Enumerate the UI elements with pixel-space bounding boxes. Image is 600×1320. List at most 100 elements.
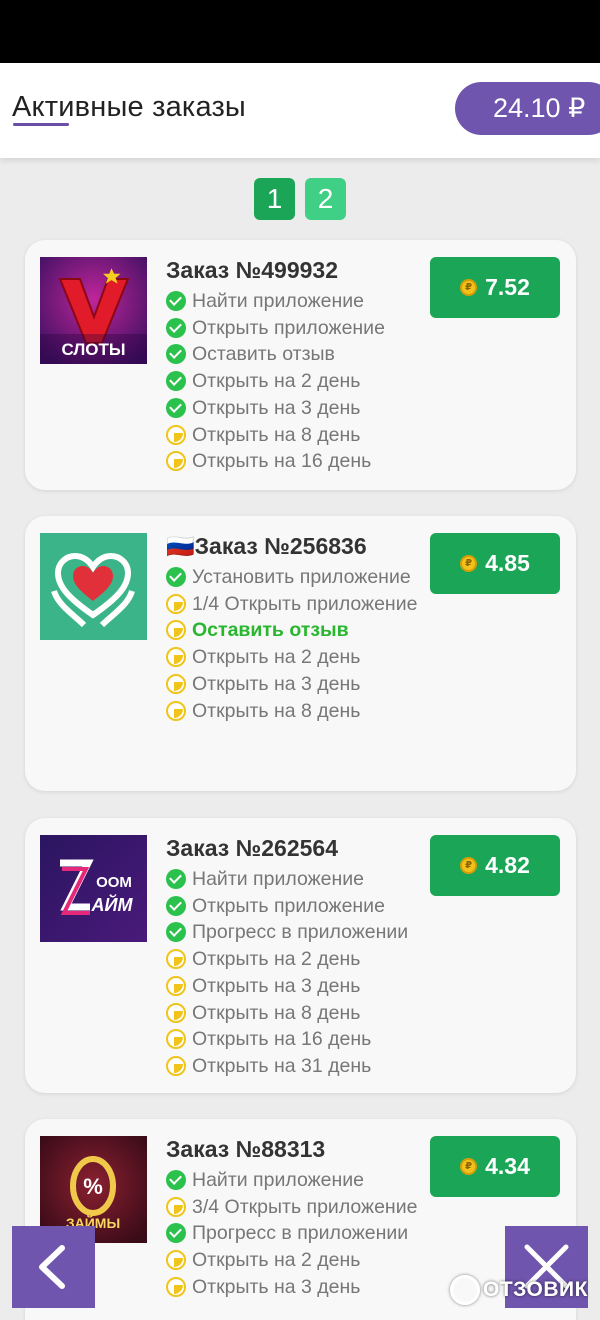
task-label: Открыть на 16 день [192, 1028, 372, 1051]
task-item: Открыть на 16 день [166, 1026, 436, 1053]
check-icon [166, 344, 186, 365]
clock-icon [166, 1002, 186, 1023]
task-list: Установить приложение 1/4 Открыть прилож… [166, 564, 436, 724]
order-title: 🇷🇺Заказ №256836 [166, 533, 367, 559]
task-label: Открыть на 3 день [192, 396, 361, 419]
clock-icon [166, 1029, 186, 1050]
task-item: Открыть на 3 день [166, 1274, 436, 1301]
task-item: Открыть на 2 день [166, 946, 436, 973]
task-label: Оставить отзыв [192, 343, 335, 366]
check-icon [166, 317, 186, 338]
task-list: Найти приложение Открыть приложение Оста… [166, 288, 436, 475]
task-item: Открыть на 3 день [166, 395, 436, 422]
svg-text:%: % [83, 1174, 103, 1199]
task-label[interactable]: Оставить отзыв [192, 617, 436, 644]
back-button[interactable] [12, 1226, 95, 1308]
task-label: Открыть на 3 день [192, 1275, 361, 1298]
clock-icon [166, 1055, 186, 1076]
check-icon [166, 922, 186, 943]
watermark-text: ОТЗОВИК [483, 1278, 588, 1301]
task-item: Установить приложение [166, 564, 436, 591]
task-label: Открыть на 2 день [192, 1249, 361, 1272]
task-item: Открыть на 3 день [166, 973, 436, 1000]
reward-button[interactable]: ₽ 4.85 [430, 533, 560, 594]
clock-icon [166, 1250, 186, 1271]
watermark-logo-icon [450, 1275, 480, 1305]
task-list: Найти приложение 3/4 Открыть приложение … [166, 1167, 436, 1301]
clock-icon [166, 620, 186, 641]
task-item: Открыть на 31 день [166, 1053, 436, 1080]
task-item: Открыть на 8 день [166, 1000, 436, 1027]
task-item-leave-review[interactable]: Оставить отзыв [166, 617, 436, 644]
reward-button[interactable]: ₽ 7.52 [430, 257, 560, 318]
page-button-2[interactable]: 2 [305, 178, 346, 220]
otzovik-watermark: ОТЗОВИК [450, 1275, 588, 1305]
check-icon [166, 1170, 186, 1190]
task-item: Открыть на 8 день [166, 698, 436, 725]
coin-icon: ₽ [460, 1158, 478, 1175]
task-item: Найти приложение [166, 1167, 436, 1194]
task-item: Оставить отзыв [166, 341, 436, 368]
clock-icon [166, 1196, 186, 1217]
task-item: Найти приложение [166, 288, 436, 315]
status-bar [0, 0, 600, 63]
check-icon [166, 567, 186, 587]
order-title: Заказ №499932 [166, 257, 338, 283]
heart-hands-app-icon [40, 533, 147, 640]
task-item: Открыть на 2 день [166, 644, 436, 671]
task-item: Прогресс в приложении [166, 1220, 456, 1247]
clock-icon [166, 975, 186, 996]
task-label: Открыть на 2 день [192, 646, 361, 669]
title-underline [13, 123, 69, 126]
coin-icon: ₽ [460, 279, 478, 296]
task-label: Открыть на 3 день [192, 672, 361, 695]
check-icon [166, 397, 186, 418]
task-item: Открыть приложение [166, 893, 436, 920]
zoom-icon-text: OOM [96, 874, 132, 891]
coin-icon: ₽ [460, 555, 478, 572]
order-card[interactable]: OOM АЙМ Заказ №262564 ₽ 4.82 Найти прило… [25, 818, 576, 1093]
task-label: Найти приложение [192, 868, 364, 890]
task-label: Прогресс в приложении [192, 1222, 409, 1245]
task-label: Открыть на 2 день [192, 370, 361, 393]
reward-button[interactable]: ₽ 4.82 [430, 835, 560, 896]
slots-app-icon: СЛОТЫ [40, 257, 147, 364]
task-label: Найти приложение [192, 1169, 364, 1191]
order-card[interactable]: 🇷🇺Заказ №256836 ₽ 4.85 Установить прилож… [25, 516, 576, 791]
reward-amount: 4.82 [485, 852, 530, 878]
page-title: Активные заказы [12, 91, 246, 123]
task-item: 3/4 Открыть приложение [166, 1194, 436, 1221]
task-label: Открыть на 2 день [192, 948, 361, 971]
reward-amount: 4.34 [485, 1153, 530, 1179]
task-item: Открыть на 2 день [166, 1247, 436, 1274]
order-title: Заказ №88313 [166, 1136, 326, 1162]
coin-icon: ₽ [460, 857, 478, 874]
task-label: Прогресс в приложении [192, 921, 409, 944]
task-list: Найти приложение Открыть приложение Прог… [166, 866, 436, 1080]
clock-icon [166, 949, 186, 970]
task-label: Открыть на 8 день [192, 1001, 361, 1024]
clock-icon [166, 700, 186, 721]
task-label: Открыть на 31 день [192, 1054, 372, 1077]
reward-button[interactable]: ₽ 4.34 [430, 1136, 560, 1197]
task-item: Открыть на 8 день [166, 422, 436, 449]
check-icon [166, 371, 186, 392]
slots-icon-text: СЛОТЫ [61, 340, 125, 359]
clock-icon [166, 451, 186, 472]
order-card[interactable]: СЛОТЫ Заказ №499932 ₽ 7.52 Найти приложе… [25, 240, 576, 490]
zoom-zaim-app-icon: OOM АЙМ [40, 835, 147, 942]
clock-icon [166, 1276, 186, 1297]
pagination: 1 2 [254, 178, 346, 220]
task-item: Открыть приложение [166, 315, 436, 342]
task-item: Открыть на 16 день [166, 448, 436, 475]
reward-amount: 4.85 [485, 550, 530, 576]
check-icon [166, 291, 186, 311]
check-icon [166, 895, 186, 916]
task-label: Установить приложение [192, 566, 411, 588]
page-button-1[interactable]: 1 [254, 178, 295, 220]
balance-badge[interactable]: 24.10 ₽ [455, 82, 600, 135]
task-label: 3/4 Открыть приложение [192, 1195, 418, 1218]
zaim-icon-text: АЙМ [91, 894, 134, 915]
order-title: Заказ №262564 [166, 835, 338, 861]
task-item: Открыть на 2 день [166, 368, 436, 395]
